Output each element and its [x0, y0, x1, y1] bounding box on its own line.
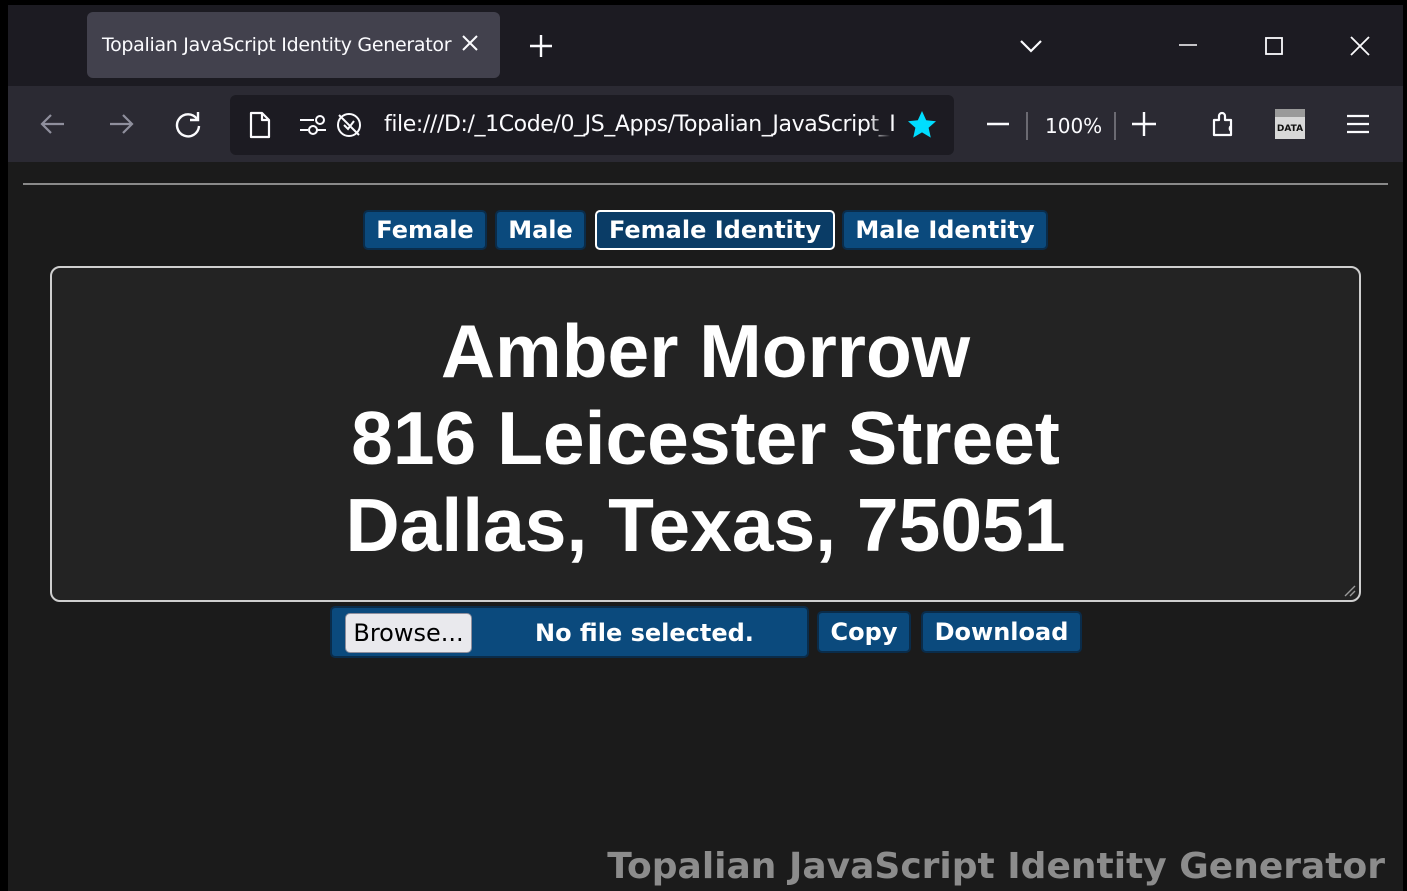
identity-street: 816 Leicester Street — [351, 396, 1060, 480]
navigation-bar: file:///D:/_1Code/0_JS_Apps/Topalian_Jav… — [8, 86, 1403, 162]
maximize-icon[interactable] — [1259, 31, 1289, 61]
identity-output-textarea[interactable]: Amber Morrow 816 Leicester Street Dallas… — [50, 266, 1361, 602]
zoom-level[interactable]: 100% — [1045, 114, 1102, 138]
extensions-icon[interactable] — [1207, 107, 1241, 141]
file-status-text: No file selected. — [535, 619, 754, 647]
identity-type-buttons: Female Male Female Identity Male Identit… — [8, 210, 1403, 254]
tracking-protection-icon[interactable] — [334, 110, 364, 140]
back-arrow-icon[interactable] — [36, 107, 70, 141]
data-extension-icon[interactable]: DATA — [1273, 107, 1307, 141]
browser-tab[interactable]: Topalian JavaScript Identity Generator — [87, 12, 500, 78]
url-fade — [870, 105, 890, 145]
url-bar[interactable]: file:///D:/_1Code/0_JS_Apps/Topalian_Jav… — [230, 95, 954, 155]
menu-hamburger-icon[interactable] — [1341, 107, 1375, 141]
female-button[interactable]: Female — [363, 210, 487, 250]
page-icon — [249, 111, 271, 139]
footer-app-title: Topalian JavaScript Identity Generator — [607, 846, 1385, 887]
resize-grip-icon[interactable] — [1340, 581, 1356, 597]
forward-arrow-icon[interactable] — [104, 107, 138, 141]
bookmark-star-icon[interactable] — [906, 109, 938, 141]
browser-window: Topalian JavaScript Identity Generator f… — [8, 5, 1403, 891]
horizontal-rule — [23, 183, 1388, 185]
svg-text:DATA: DATA — [1277, 124, 1303, 134]
window-close-icon[interactable] — [1345, 31, 1375, 61]
download-button[interactable]: Download — [921, 611, 1082, 653]
file-input[interactable]: Browse... No file selected. — [330, 606, 809, 658]
minimize-icon[interactable] — [1173, 31, 1203, 61]
zoom-separator — [1026, 112, 1028, 140]
url-text[interactable]: file:///D:/_1Code/0_JS_Apps/Topalian_Jav… — [384, 112, 894, 140]
tab-title: Topalian JavaScript Identity Generator — [102, 34, 452, 56]
zoom-in-icon[interactable] — [1127, 107, 1161, 141]
permissions-icon[interactable] — [298, 112, 328, 138]
close-tab-icon[interactable] — [459, 32, 481, 54]
browse-button[interactable]: Browse... — [345, 613, 472, 653]
tab-strip: Topalian JavaScript Identity Generator — [8, 5, 1403, 86]
chevron-down-icon[interactable] — [1016, 31, 1046, 61]
identity-name: Amber Morrow — [440, 309, 971, 393]
copy-button[interactable]: Copy — [817, 611, 911, 653]
identity-output-text: Amber Morrow 816 Leicester Street Dallas… — [52, 308, 1359, 569]
female-identity-button[interactable]: Female Identity — [595, 210, 835, 250]
reload-icon[interactable] — [171, 107, 205, 141]
page-content: Female Male Female Identity Male Identit… — [8, 162, 1403, 891]
male-button[interactable]: Male — [495, 210, 586, 250]
zoom-out-icon[interactable] — [981, 107, 1015, 141]
zoom-separator — [1114, 112, 1116, 140]
male-identity-button[interactable]: Male Identity — [842, 210, 1048, 250]
identity-city-line: Dallas, Texas, 75051 — [345, 483, 1066, 567]
new-tab-icon[interactable] — [526, 31, 556, 61]
